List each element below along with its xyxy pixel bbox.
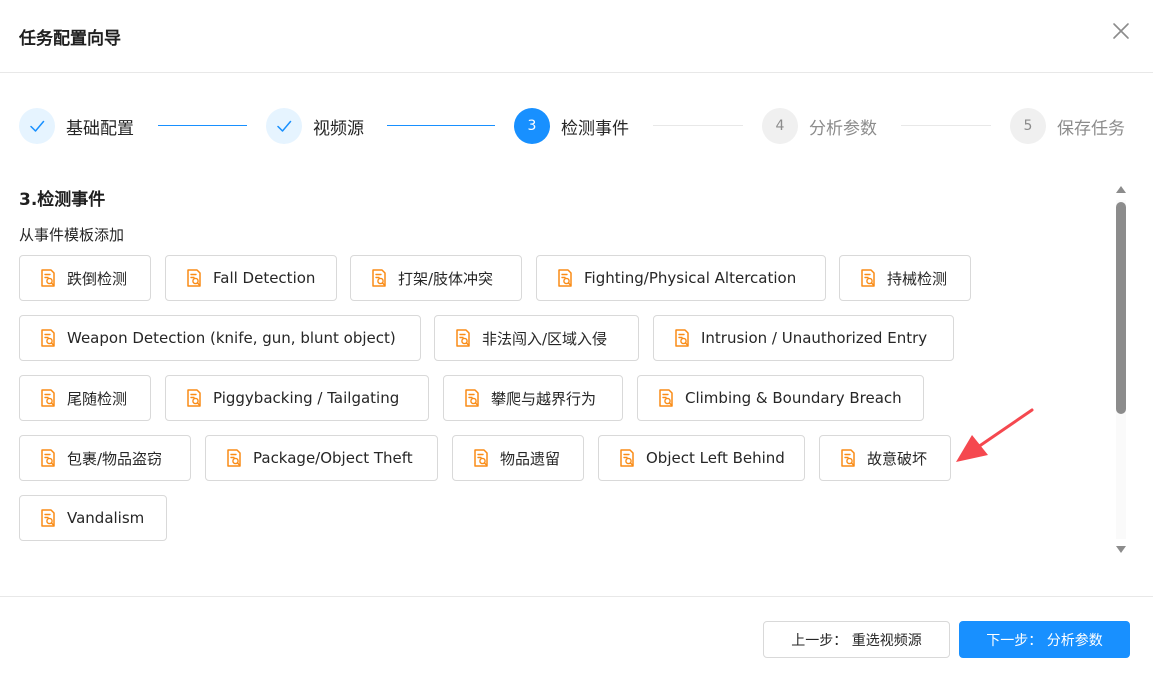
- step-video-source[interactable]: 视频源: [266, 107, 364, 145]
- document-search-icon: [39, 508, 57, 528]
- template-tag[interactable]: 打架/肢体冲突: [350, 255, 522, 301]
- template-tag-label: Weapon Detection (knife, gun, blunt obje…: [67, 329, 396, 347]
- template-tag-label: 物品遗留: [500, 449, 561, 468]
- template-tag[interactable]: Object Left Behind: [598, 435, 805, 481]
- step-save-task[interactable]: 5 保存任务: [1010, 107, 1125, 145]
- document-search-icon: [39, 388, 57, 408]
- document-search-icon: [657, 388, 675, 408]
- check-icon: [266, 108, 302, 144]
- wizard-steps: 基础配置 视频源 3 检测事件 4 分析参数 5 保存任务: [0, 107, 1153, 145]
- document-search-icon: [463, 388, 481, 408]
- template-tag[interactable]: 攀爬与越界行为: [443, 375, 623, 421]
- template-subtitle: 从事件模板添加: [19, 226, 125, 244]
- template-tag[interactable]: 非法闯入/区域入侵: [434, 315, 639, 361]
- document-search-icon: [618, 448, 636, 468]
- step-number: 3: [514, 108, 550, 144]
- template-tag[interactable]: 物品遗留: [452, 435, 584, 481]
- dialog-footer: 上一步： 重选视频源 下一步： 分析参数: [0, 596, 1153, 679]
- template-tag[interactable]: Piggybacking / Tailgating: [165, 375, 429, 421]
- template-tag-label: 攀爬与越界行为: [491, 389, 597, 408]
- template-tag-label: 持械检测: [887, 269, 948, 288]
- next-step-button[interactable]: 下一步： 分析参数: [959, 621, 1130, 658]
- template-tag[interactable]: 故意破坏: [819, 435, 951, 481]
- close-icon[interactable]: [1110, 20, 1132, 42]
- template-tag-label: Fighting/Physical Altercation: [584, 269, 797, 287]
- document-search-icon: [39, 328, 57, 348]
- template-tag-label: 跌倒检测: [67, 269, 128, 288]
- document-search-icon: [185, 268, 203, 288]
- template-tag[interactable]: Fighting/Physical Altercation: [536, 255, 826, 301]
- document-search-icon: [839, 448, 857, 468]
- scrollbar-thumb[interactable]: [1116, 202, 1126, 414]
- document-search-icon: [472, 448, 490, 468]
- template-tag[interactable]: Fall Detection: [165, 255, 337, 301]
- template-tag[interactable]: 持械检测: [839, 255, 971, 301]
- step-analysis-params[interactable]: 4 分析参数: [762, 107, 877, 145]
- document-search-icon: [556, 268, 574, 288]
- section-title: 3.检测事件: [19, 190, 106, 210]
- document-search-icon: [370, 268, 388, 288]
- template-tag[interactable]: 包裹/物品盗窃: [19, 435, 191, 481]
- step-label: 基础配置: [66, 118, 134, 139]
- step-label: 保存任务: [1057, 118, 1125, 139]
- template-tag-label: Object Left Behind: [646, 449, 785, 467]
- task-wizard-dialog: 任务配置向导 基础配置 视频源 3 检测事件 4 分析参数 5 保存任务 3.检…: [0, 0, 1153, 679]
- template-tag-label: 打架/肢体冲突: [398, 269, 494, 288]
- document-search-icon: [673, 328, 691, 348]
- scroll-down-arrow-icon[interactable]: [1116, 546, 1126, 553]
- check-icon: [19, 108, 55, 144]
- template-tag-label: Vandalism: [67, 509, 145, 527]
- template-tag-label: 故意破坏: [867, 449, 928, 468]
- step-number: 4: [762, 108, 798, 144]
- step-label: 视频源: [313, 118, 364, 139]
- annotation-arrow-icon: [956, 408, 1034, 462]
- document-search-icon: [225, 448, 243, 468]
- document-search-icon: [39, 268, 57, 288]
- template-tag[interactable]: Intrusion / Unauthorized Entry: [653, 315, 954, 361]
- dialog-title: 任务配置向导: [19, 29, 121, 49]
- template-tag-label: Piggybacking / Tailgating: [213, 389, 400, 407]
- step-connector: [158, 125, 247, 126]
- step-detection-events[interactable]: 3 检测事件: [514, 107, 629, 145]
- template-tag[interactable]: Weapon Detection (knife, gun, blunt obje…: [19, 315, 421, 361]
- step-basic-config[interactable]: 基础配置: [19, 107, 134, 145]
- step-connector: [653, 125, 743, 126]
- previous-step-button[interactable]: 上一步： 重选视频源: [763, 621, 950, 658]
- template-tag-label: Climbing & Boundary Breach: [685, 389, 902, 407]
- step-number: 5: [1010, 108, 1046, 144]
- template-tag-label: 非法闯入/区域入侵: [482, 329, 608, 348]
- template-tag-label: Fall Detection: [213, 269, 316, 287]
- template-tag[interactable]: Vandalism: [19, 495, 167, 541]
- scrollbar[interactable]: [1113, 182, 1129, 557]
- template-tag-label: Package/Object Theft: [253, 449, 413, 467]
- step-label: 检测事件: [561, 118, 629, 139]
- document-search-icon: [454, 328, 472, 348]
- template-tag[interactable]: Package/Object Theft: [205, 435, 438, 481]
- template-tag-label: 尾随检测: [67, 389, 128, 408]
- document-search-icon: [185, 388, 203, 408]
- template-tag-label: Intrusion / Unauthorized Entry: [701, 329, 928, 347]
- dialog-header: 任务配置向导: [0, 0, 1153, 73]
- template-tag[interactable]: Climbing & Boundary Breach: [637, 375, 924, 421]
- document-search-icon: [39, 448, 57, 468]
- template-tag-label: 包裹/物品盗窃: [67, 449, 163, 468]
- step-label: 分析参数: [809, 118, 877, 139]
- step-connector: [387, 125, 495, 126]
- template-tag[interactable]: 尾随检测: [19, 375, 151, 421]
- document-search-icon: [859, 268, 877, 288]
- scroll-up-arrow-icon[interactable]: [1116, 186, 1126, 193]
- template-tag[interactable]: 跌倒检测: [19, 255, 151, 301]
- step-connector: [901, 125, 991, 126]
